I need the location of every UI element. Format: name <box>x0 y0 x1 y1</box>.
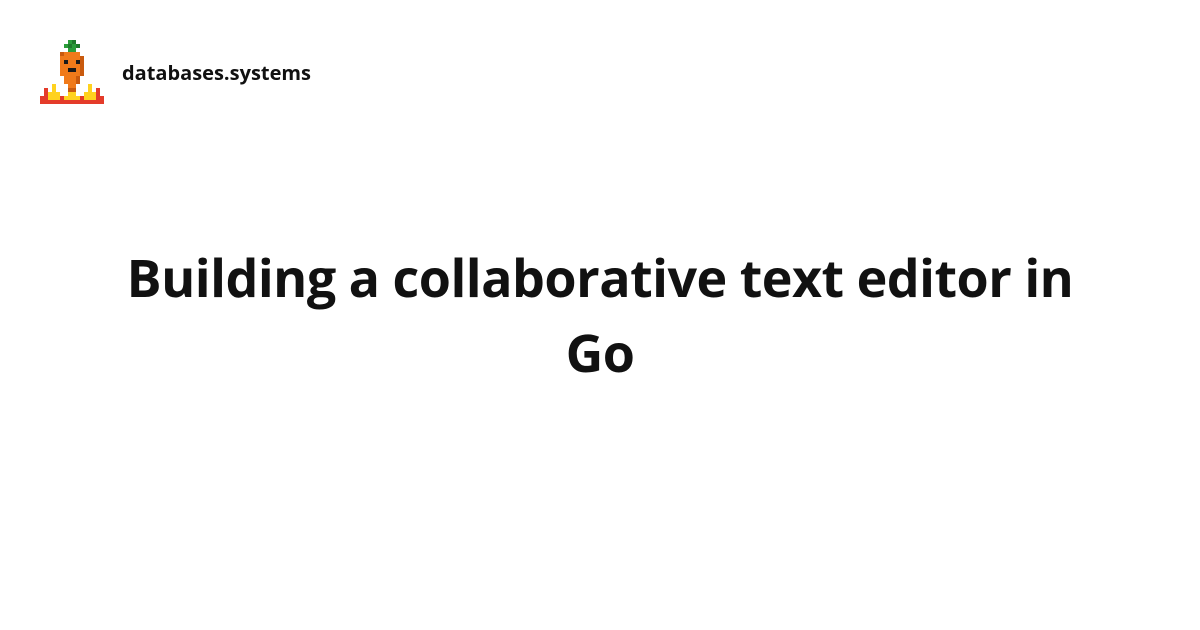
title-container: Building a collaborative text editor in … <box>0 0 1200 630</box>
page-title: Building a collaborative text editor in … <box>120 240 1080 391</box>
